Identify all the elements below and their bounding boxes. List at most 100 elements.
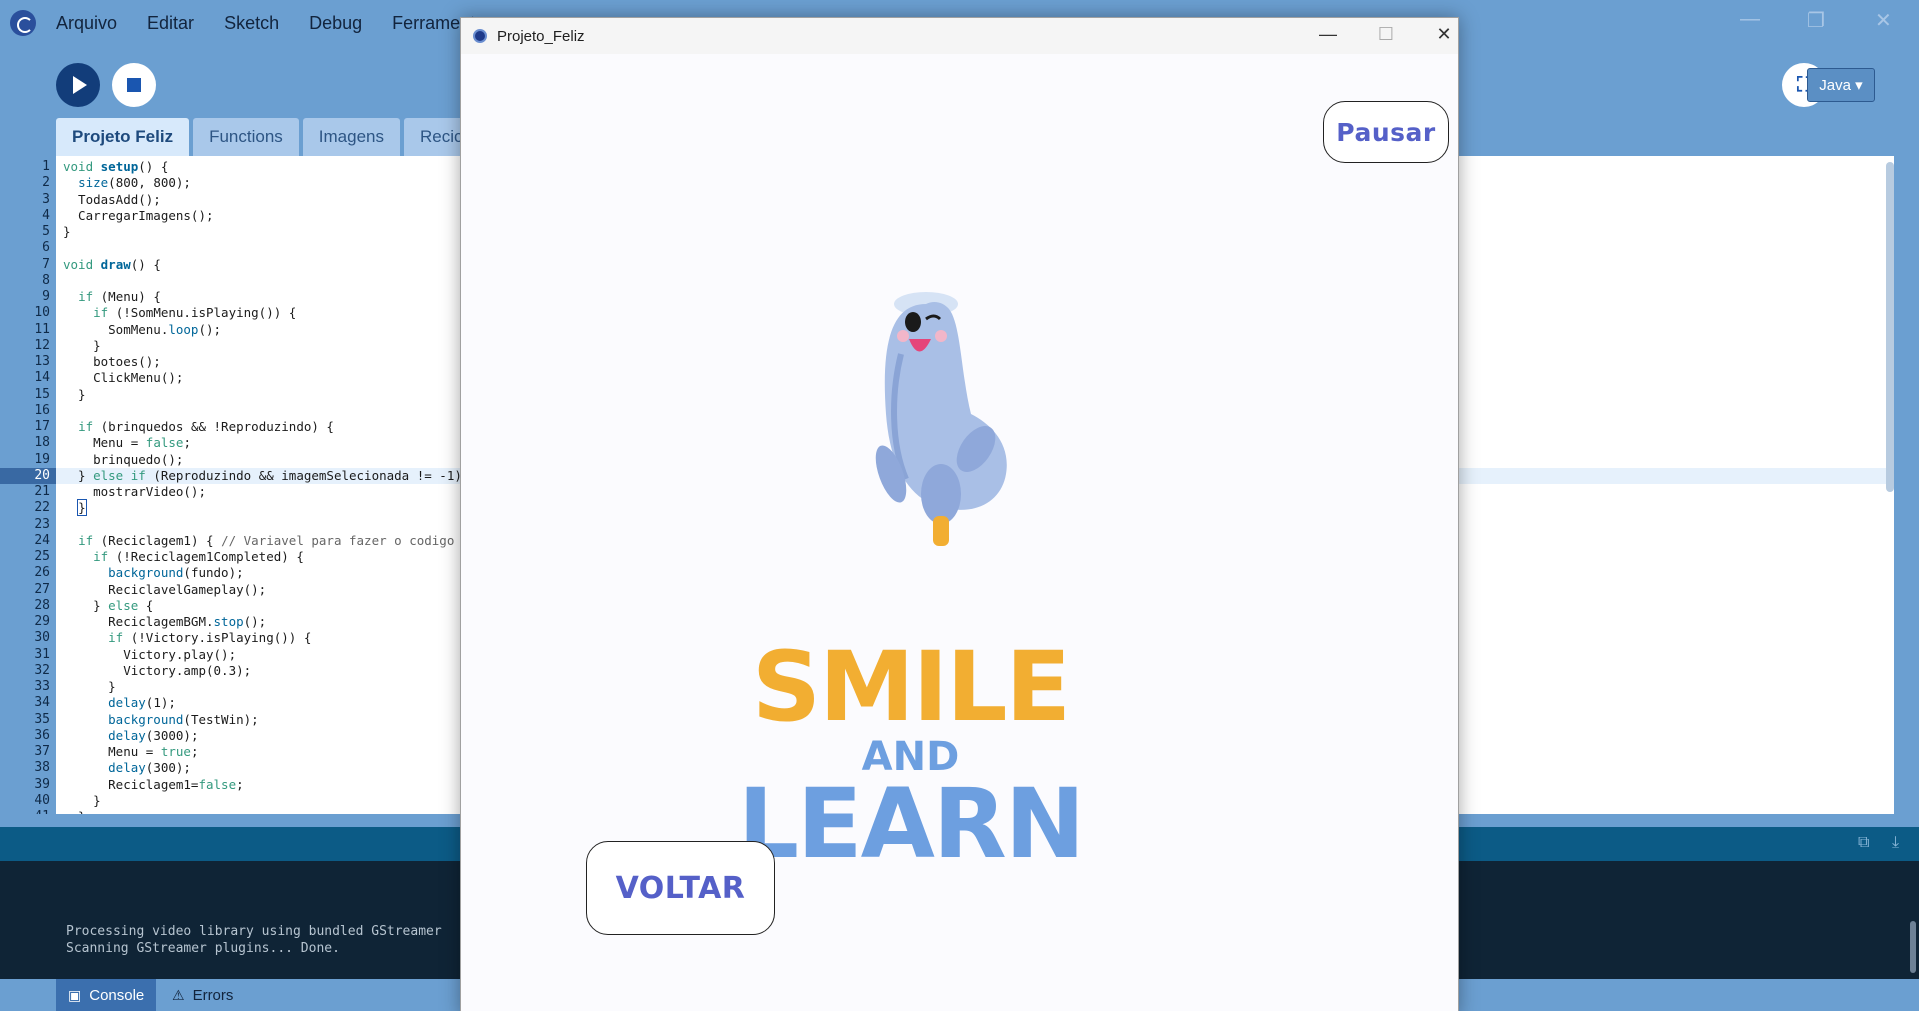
code-line[interactable]: void setup() { (63, 159, 168, 175)
code-line[interactable]: TodasAdd(); (63, 192, 161, 208)
code-line[interactable]: Reciclagem1=false; (63, 777, 244, 793)
mode-selector[interactable]: Java ▾ (1807, 68, 1875, 102)
errors-tab-label: Errors (192, 986, 234, 1004)
warning-icon: ⚠ (172, 986, 185, 1003)
menu-arquivo[interactable]: Arquivo (56, 13, 117, 34)
menu-sketch[interactable]: Sketch (224, 13, 279, 34)
code-line[interactable]: } (63, 499, 87, 517)
code-line[interactable]: size(800, 800); (63, 175, 191, 191)
code-line[interactable]: Victory.amp(0.3); (63, 663, 251, 679)
code-line[interactable]: } (63, 387, 86, 403)
console-line: Scanning GStreamer plugins... Done. (66, 941, 340, 956)
pause-button[interactable]: Pausar (1323, 101, 1449, 163)
code-line[interactable]: if (!SomMenu.isPlaying()) { (63, 305, 296, 321)
line-number: 8 (42, 272, 50, 288)
code-line[interactable]: delay(3000); (63, 728, 198, 744)
line-number: 33 (34, 679, 50, 694)
code-line[interactable]: ReciclagemBGM.stop(); (63, 614, 266, 630)
tab-imagens[interactable]: Imagens (302, 118, 400, 156)
copy-icon[interactable]: ⧉ (1858, 834, 1869, 852)
code-line[interactable]: mostrarVideo(); (63, 484, 206, 500)
code-line[interactable]: } (63, 793, 101, 809)
code-line[interactable]: } (63, 224, 71, 240)
line-number: 21 (34, 484, 50, 499)
line-number: 20 (0, 467, 56, 484)
console-tab[interactable]: ▣ Console (56, 979, 157, 1011)
code-line[interactable]: void draw() { (63, 257, 161, 273)
code-line[interactable]: Menu = true; (63, 744, 198, 760)
sketch-window-title: Projeto_Feliz (497, 27, 585, 45)
code-line[interactable]: delay(300); (63, 760, 191, 776)
maximize-icon[interactable]: ☐ (1371, 24, 1401, 45)
editor-scrollbar[interactable] (1886, 162, 1894, 492)
sketch-tabs: Projeto Feliz Functions Imagens Recicla (56, 118, 496, 156)
code-line[interactable]: ClickMenu(); (63, 370, 183, 386)
minimize-icon[interactable]: — (1313, 24, 1343, 45)
line-number: 29 (34, 614, 50, 629)
code-line[interactable]: Victory.play(); (63, 647, 236, 663)
back-button[interactable]: VOLTAR (586, 841, 775, 935)
maximize-icon[interactable]: ❐ (1807, 8, 1825, 33)
code-line[interactable]: } (63, 338, 101, 354)
code-line[interactable]: delay(1); (63, 695, 176, 711)
code-line[interactable]: if (Reciclagem1) { // Variavel para faze… (63, 533, 454, 549)
sketch-titlebar: Projeto_Feliz — ☐ ✕ (461, 18, 1458, 54)
code-line[interactable]: if (brinquedos && !Reproduzindo) { (63, 419, 334, 435)
line-number: 28 (34, 597, 50, 613)
code-line[interactable]: if (Menu) { (63, 289, 161, 305)
line-number-gutter: 1 2 3 4 5 6 7 8 9 10 11 12 13 14 15 16 17 18 19 20 21 22 23 24 2… (0, 156, 56, 814)
errors-tab[interactable]: ⚠ Errors (160, 979, 245, 1011)
line-number: 19 (34, 451, 50, 467)
line-number: 40 (34, 792, 50, 808)
tab-functions[interactable]: Functions (193, 118, 299, 156)
code-line[interactable]: if (!Reciclagem1Completed) { (63, 549, 304, 565)
line-number: 16 (34, 402, 50, 418)
code-line[interactable]: ReciclavelGameplay(); (63, 582, 266, 598)
seal-mascot-image (875, 292, 1007, 546)
code-line[interactable]: } (63, 679, 116, 695)
code-line[interactable]: background(fundo); (63, 565, 243, 581)
line-number: 2 (42, 175, 50, 191)
menu-editar[interactable]: Editar (147, 13, 194, 34)
run-button[interactable] (56, 63, 100, 107)
line-number: 32 (34, 662, 50, 678)
tab-projeto-feliz[interactable]: Projeto Feliz (56, 118, 190, 156)
code-line[interactable]: } (63, 809, 86, 814)
minimize-icon[interactable]: — (1740, 8, 1760, 31)
code-line[interactable]: brinquedo(); (63, 452, 183, 468)
code-line[interactable]: Menu = false; (63, 435, 191, 451)
code-line[interactable]: background(TestWin); (63, 712, 259, 728)
menu-debug[interactable]: Debug (309, 13, 362, 34)
line-number: 23 (34, 516, 50, 532)
line-number: 7 (42, 256, 50, 272)
close-icon[interactable]: ✕ (1429, 24, 1459, 45)
code-line[interactable]: botoes(); (63, 354, 161, 370)
code-line[interactable]: } else if (Reproduzindo && imagemSelecio… (63, 468, 462, 484)
console-scrollbar[interactable] (1910, 921, 1916, 973)
line-number: 37 (34, 744, 50, 759)
sketch-canvas[interactable]: Pausar SMILE AND LEARN VOLTAR (461, 54, 1458, 1011)
code-line[interactable]: CarregarImagens(); (63, 208, 213, 224)
terminal-icon: ▣ (68, 986, 82, 1003)
line-number: 4 (42, 207, 50, 223)
collapse-icon[interactable]: ⤓ (1892, 834, 1899, 852)
code-line[interactable]: if (!Victory.isPlaying()) { (63, 630, 311, 646)
line-number: 27 (34, 581, 50, 597)
line-number: 6 (42, 240, 50, 256)
close-icon[interactable]: ✕ (1875, 8, 1892, 33)
console-line: Processing video library using bundled G… (66, 924, 442, 939)
sketch-app-icon (473, 29, 487, 43)
line-number: 30 (34, 630, 50, 646)
line-number: 22 (34, 500, 50, 516)
line-number: 39 (34, 776, 50, 792)
line-number: 17 (34, 419, 50, 434)
line-number: 12 (34, 337, 50, 353)
line-number: 14 (34, 370, 50, 386)
code-line[interactable]: SomMenu.loop(); (63, 322, 221, 338)
code-line[interactable]: } else { (63, 598, 153, 614)
stop-button[interactable] (112, 63, 156, 107)
line-number: 31 (34, 646, 50, 662)
line-number: 15 (34, 386, 50, 402)
line-number: 25 (34, 549, 50, 564)
line-number: 10 (34, 305, 50, 321)
